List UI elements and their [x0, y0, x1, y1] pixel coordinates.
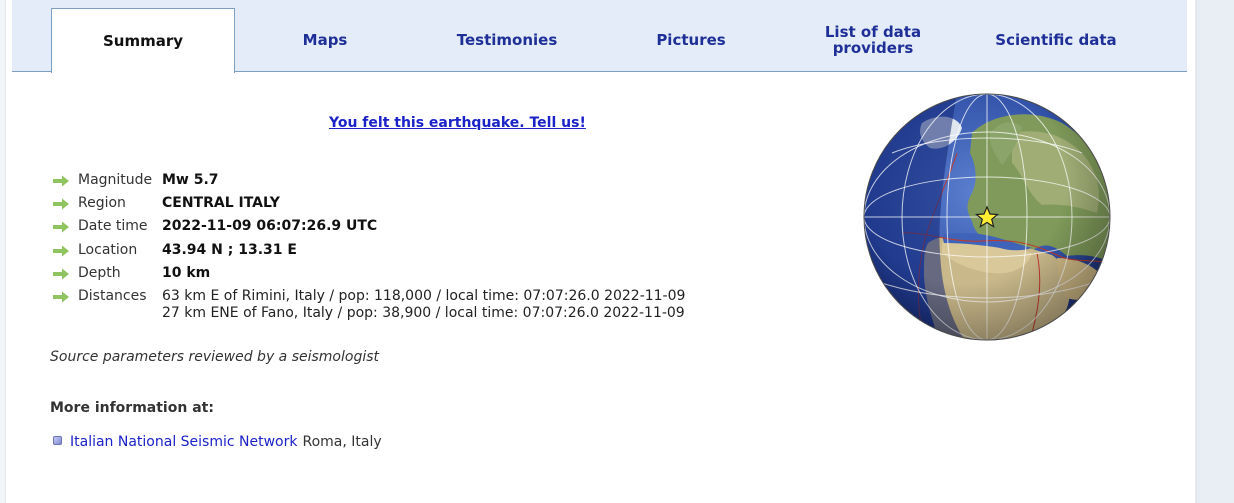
- distances-value: 63 km E of Rimini, Italy / pop: 118,000 …: [162, 288, 685, 322]
- tab-pictures[interactable]: Pictures: [599, 8, 783, 72]
- location-label: Location: [78, 242, 138, 258]
- depth-label: Depth: [78, 265, 121, 281]
- left-gutter: [0, 0, 6, 503]
- felt-earthquake-link[interactable]: You felt this earthquake. Tell us!: [329, 115, 586, 131]
- tab-summary[interactable]: Summary: [51, 8, 235, 73]
- review-note: Source parameters reviewed by a seismolo…: [50, 349, 380, 365]
- distance-line: 63 km E of Rimini, Italy / pop: 118,000 …: [162, 288, 686, 304]
- tab-pictures-label: Pictures: [656, 31, 726, 49]
- provider-location: Roma, Italy: [302, 434, 382, 450]
- epicenter-globe-map[interactable]: [862, 93, 1112, 343]
- region-label: Region: [78, 195, 126, 211]
- distances-label: Distances: [78, 288, 147, 304]
- green-arrow-icon: [53, 245, 69, 257]
- parameter-row-distances: Distances 63 km E of Rimini, Italy / pop…: [52, 288, 685, 321]
- magnitude-value: Mw 5.7: [162, 172, 219, 188]
- green-arrow-icon: [53, 268, 69, 280]
- location-value: 43.94 N ; 13.31 E: [162, 242, 297, 258]
- tab-maps-label: Maps: [302, 31, 348, 49]
- region-value: CENTRAL ITALY: [162, 195, 280, 211]
- provider-link[interactable]: Italian National Seismic Network: [70, 434, 297, 450]
- parameter-row-magnitude: Magnitude Mw 5.7: [52, 172, 219, 190]
- square-bullet-icon: [53, 435, 62, 445]
- right-sidebar: [1196, 0, 1234, 503]
- datetime-value: 2022-11-09 06:07:26.9 UTC: [162, 218, 378, 234]
- more-info-title: More information at:: [50, 400, 214, 416]
- tab-maps[interactable]: Maps: [235, 8, 415, 72]
- tab-testimonies-label: Testimonies: [456, 31, 558, 49]
- tab-scientific-data-label: Scientific data: [995, 31, 1117, 49]
- tab-testimonies[interactable]: Testimonies: [415, 8, 599, 72]
- tab-summary-label: Summary: [102, 32, 184, 50]
- distance-line: 27 km ENE of Fano, Italy / pop: 38,900 /…: [162, 305, 685, 321]
- tab-bar: Summary Maps Testimonies Pictures List o…: [12, 0, 1187, 73]
- parameter-row-location: Location 43.94 N ; 13.31 E: [52, 242, 297, 260]
- globe-icon: [863, 93, 1111, 341]
- green-arrow-icon: [53, 291, 69, 303]
- magnitude-label: Magnitude: [78, 172, 153, 188]
- green-arrow-icon: [53, 198, 69, 210]
- tab-data-providers[interactable]: List of data providers: [783, 8, 963, 72]
- depth-value: 10 km: [162, 265, 211, 281]
- provider-item: Italian National Seismic Network Roma, I…: [53, 434, 382, 450]
- parameter-row-datetime: Date time 2022-11-09 06:07:26.9 UTC: [52, 218, 377, 236]
- datetime-label: Date time: [78, 218, 148, 234]
- tab-scientific-data[interactable]: Scientific data: [963, 8, 1149, 72]
- tab-data-providers-label: List of data providers: [824, 23, 922, 57]
- parameter-row-depth: Depth 10 km: [52, 265, 210, 283]
- page: Summary Maps Testimonies Pictures List o…: [0, 0, 1234, 503]
- green-arrow-icon: [53, 175, 69, 187]
- parameter-row-region: Region CENTRAL ITALY: [52, 195, 280, 213]
- content-frame: Summary Maps Testimonies Pictures List o…: [0, 0, 1196, 503]
- green-arrow-icon: [53, 221, 69, 233]
